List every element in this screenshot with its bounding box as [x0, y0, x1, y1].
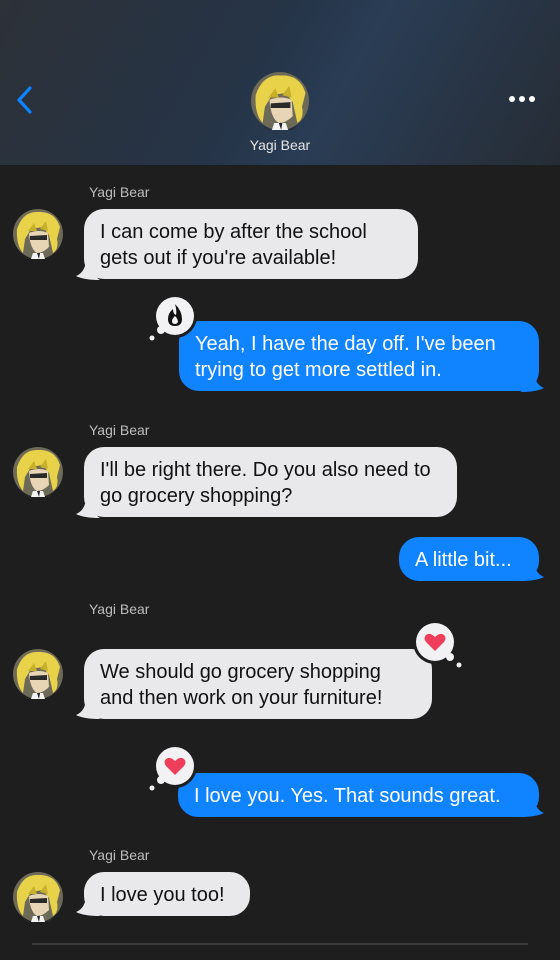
incoming-message-bubble[interactable]: I love you too!	[84, 872, 250, 916]
back-chevron-icon[interactable]	[12, 84, 42, 116]
conversation-header: Yagi Bear	[0, 0, 560, 165]
sender-name: Yagi Bear	[89, 184, 150, 200]
fire-tapback-icon[interactable]	[146, 292, 198, 342]
heart-tapback-icon[interactable]	[410, 618, 466, 670]
sender-avatar	[13, 872, 63, 922]
sender-name: Yagi Bear	[89, 601, 150, 617]
sender-avatar	[13, 209, 63, 259]
contact-avatar[interactable]	[251, 72, 309, 130]
outgoing-message-bubble[interactable]: I love you. Yes. That sounds great.	[178, 773, 539, 817]
sender-avatar	[13, 447, 63, 497]
compose-divider	[32, 943, 528, 945]
sender-name: Yagi Bear	[89, 847, 150, 863]
sender-avatar	[13, 649, 63, 699]
outgoing-message-bubble[interactable]: Yeah, I have the day off. I've been tryi…	[179, 321, 539, 391]
outgoing-message-bubble[interactable]: A little bit...	[399, 537, 539, 581]
heart-tapback-icon[interactable]	[146, 742, 198, 794]
incoming-message-bubble[interactable]: I'll be right there. Do you also need to…	[84, 447, 457, 517]
incoming-message-bubble[interactable]: I can come by after the school gets out …	[84, 209, 418, 279]
sender-name: Yagi Bear	[89, 422, 150, 438]
incoming-message-bubble[interactable]: We should go grocery shopping and then w…	[84, 649, 432, 719]
contact-name[interactable]: Yagi Bear	[0, 137, 560, 153]
more-options-icon[interactable]	[506, 88, 540, 110]
